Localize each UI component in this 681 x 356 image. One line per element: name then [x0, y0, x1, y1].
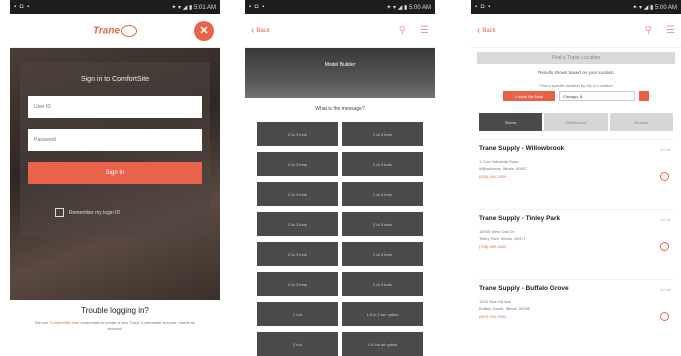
location-list: Trane Supply - Willowbrook 1.0 mi 1 Cool… — [471, 139, 681, 349]
location-address: 16000 West Oak Dr Tinley Park, Illinois,… — [479, 229, 526, 241]
option-button[interactable]: 2 to 3 tons — [342, 242, 423, 266]
option-button[interactable]: 2 to 3 tons — [342, 122, 423, 146]
location-name: Trane Supply - Tinley Park — [479, 215, 561, 222]
trane-logo: Trane — [93, 24, 138, 37]
option-button[interactable]: 2 ton — [257, 332, 338, 356]
location-distance: 1.0 mi — [660, 217, 671, 222]
location-select[interactable]: Chicago, IL — [559, 91, 635, 101]
location-tabs: Stores Distributors Dealers — [471, 113, 681, 131]
banner-image: Model Builder — [245, 48, 435, 100]
remember-label: Remember my login ID — [69, 209, 121, 216]
chevron-left-icon: ‹ — [251, 25, 255, 36]
locate-me-button[interactable]: Locate Me Now — [503, 91, 555, 101]
option-button[interactable]: 2 to 3 tons — [257, 122, 338, 146]
option-button[interactable]: 2 to 3 tons — [257, 272, 338, 296]
remember-me[interactable]: Remember my login ID — [55, 208, 120, 217]
list-item[interactable]: Trane Supply - Buffalo Grove 1.0 mi 1234… — [479, 279, 673, 349]
search-go-button[interactable] — [639, 91, 649, 101]
map-pin-icon[interactable] — [660, 242, 669, 251]
tab-dealers[interactable]: Dealers — [609, 113, 673, 131]
chevron-left-icon: ‹ — [477, 25, 481, 36]
map-pin-icon[interactable] — [660, 312, 669, 321]
option-button[interactable]: 1.5 to 2 ton option — [342, 302, 423, 326]
trouble-text: We use ComfortSite.com credentials to cr… — [34, 320, 196, 331]
option-button[interactable]: 2 to 3 tons — [257, 152, 338, 176]
status-bar: ▪ ◘ ▪ ✦ ▾ ◢ ▮ 5:01 AM — [10, 0, 220, 14]
location-distance: 1.0 mi — [660, 287, 671, 292]
close-button[interactable]: ✕ — [194, 21, 214, 41]
list-item[interactable]: Trane Supply - Willowbrook 1.0 mi 1 Cool… — [479, 139, 673, 209]
option-button[interactable]: 2 to 3 tons — [257, 212, 338, 236]
option-button[interactable]: 2 to 3 tons — [257, 182, 338, 206]
back-button[interactable]: ‹ Back — [477, 25, 496, 36]
zip-label: Find a specific location by Zip or Locat… — [539, 83, 613, 88]
option-modal: What is the message? 2 to 3 tons 2 to 3 … — [245, 98, 435, 356]
map-pin-icon[interactable] — [660, 172, 669, 181]
remember-checkbox[interactable] — [55, 208, 64, 217]
login-screen: ▪ ◘ ▪ ✦ ▾ ◢ ▮ 5:01 AM Trane ✕ Sign in to… — [10, 0, 220, 356]
trouble-title: Trouble logging in? — [81, 306, 149, 315]
model-builder-screen: ▪ ◘ ▪ ✦ ▾ ◢ ▮ 5:00 AM ‹ Back ⚲ ☰ Model B… — [245, 0, 435, 356]
user-id-field[interactable] — [28, 96, 202, 118]
password-field[interactable] — [28, 129, 202, 151]
login-background: Sign in to ComfortSite Sign In Remember … — [10, 48, 220, 300]
results-text: Results shown based on your location — [538, 70, 614, 75]
option-button[interactable]: 2 to 3 tons — [342, 152, 423, 176]
location-address: 1 Cool Industrial Road Willowbrook, Illi… — [479, 159, 528, 171]
option-grid: 2 to 3 tons 2 to 3 tons 2 to 3 tons 2 to… — [245, 122, 435, 356]
location-pin-icon[interactable]: ⚲ — [399, 25, 406, 36]
location-finder-screen: ▪ ◘ ▪ ✦ ▾ ◢ ▮ 5:00 AM ‹ Back ⚲ ☰ Find a … — [471, 0, 681, 356]
menu-icon[interactable]: ☰ — [420, 25, 429, 36]
option-button[interactable]: 2 to 3 tons — [257, 242, 338, 266]
location-phone[interactable]: (847) 000-0000 — [479, 314, 673, 319]
modal-question: What is the message? — [315, 106, 365, 112]
app-header: ‹ Back ⚲ ☰ — [245, 14, 435, 48]
app-header: ‹ Back ⚲ ☰ — [471, 14, 681, 48]
banner-label: Model Builder — [324, 62, 356, 68]
logo-ring-icon — [121, 24, 138, 37]
tab-distributors[interactable]: Distributors — [544, 113, 608, 131]
menu-icon[interactable]: ☰ — [666, 25, 675, 36]
location-name: Trane Supply - Willowbrook — [479, 145, 565, 152]
search-row: Locate Me Now Chicago, IL — [471, 91, 681, 101]
location-phone[interactable]: (630) 000-0000 — [479, 174, 673, 179]
comfortsite-link[interactable]: ComfortSite.com — [50, 320, 80, 325]
back-button[interactable]: ‹ Back — [251, 25, 270, 36]
trouble-section: Trouble logging in? We use ComfortSite.c… — [10, 306, 220, 332]
sign-in-button[interactable]: Sign In — [28, 162, 202, 184]
status-bar: ▪ ◘ ▪ ✦ ▾ ◢ ▮ 5:00 AM — [245, 0, 435, 14]
location-pin-icon[interactable]: ⚲ — [645, 25, 652, 36]
location-phone[interactable]: (708) 000-0000 — [479, 244, 673, 249]
option-button[interactable]: 1.5 ton alt option — [342, 332, 423, 356]
tab-stores[interactable]: Stores — [479, 113, 543, 131]
location-address: 1234 Nice Rd Ave Buffalo Grove, Illinois… — [479, 299, 531, 311]
find-location-bar: Find a Trane Location — [477, 52, 675, 64]
list-item[interactable]: Trane Supply - Tinley Park 1.0 mi 16000 … — [479, 209, 673, 279]
status-bar: ▪ ◘ ▪ ✦ ▾ ◢ ▮ 5:00 AM — [471, 0, 681, 14]
option-button[interactable]: 2 to 3 tons — [342, 272, 423, 296]
option-button[interactable]: 2 to 3 tons — [342, 182, 423, 206]
location-name: Trane Supply - Buffalo Grove — [479, 285, 569, 292]
option-button[interactable]: 2 ton — [257, 302, 338, 326]
option-button[interactable]: 2 to 3 tons — [342, 212, 423, 236]
app-header: Trane ✕ — [10, 14, 220, 48]
location-distance: 1.0 mi — [660, 147, 671, 152]
login-title: Sign in to ComfortSite — [80, 76, 150, 83]
